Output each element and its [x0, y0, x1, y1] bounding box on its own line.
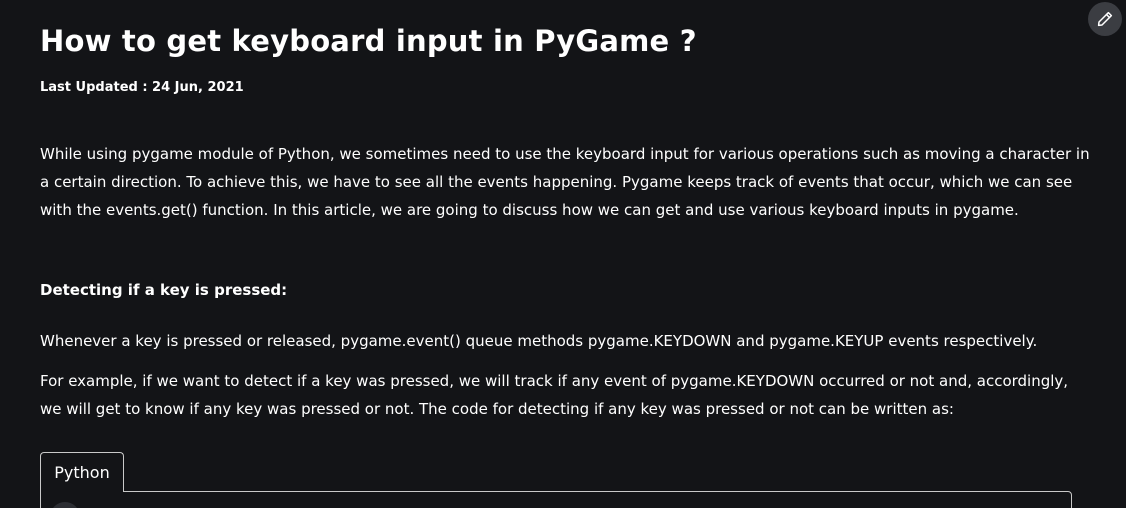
- example-paragraph: For example, if we want to detect if a k…: [40, 372, 1069, 418]
- article-title: How to get keyboard input in PyGame ?: [40, 24, 697, 58]
- section-heading: Detecting if a key is pressed:: [40, 281, 288, 299]
- events-paragraph: Whenever a key is pressed or released, p…: [40, 332, 1038, 350]
- pencil-icon: [1097, 11, 1113, 27]
- last-updated: Last Updated : 24 Jun, 2021: [40, 80, 244, 95]
- article-page: How to get keyboard input in PyGame ? La…: [0, 0, 1126, 508]
- code-block: [40, 491, 1072, 508]
- intro-paragraph: While using pygame module of Python, we …: [40, 145, 1090, 219]
- code-tab-python[interactable]: Python: [40, 452, 124, 492]
- edit-button[interactable]: [1088, 2, 1122, 36]
